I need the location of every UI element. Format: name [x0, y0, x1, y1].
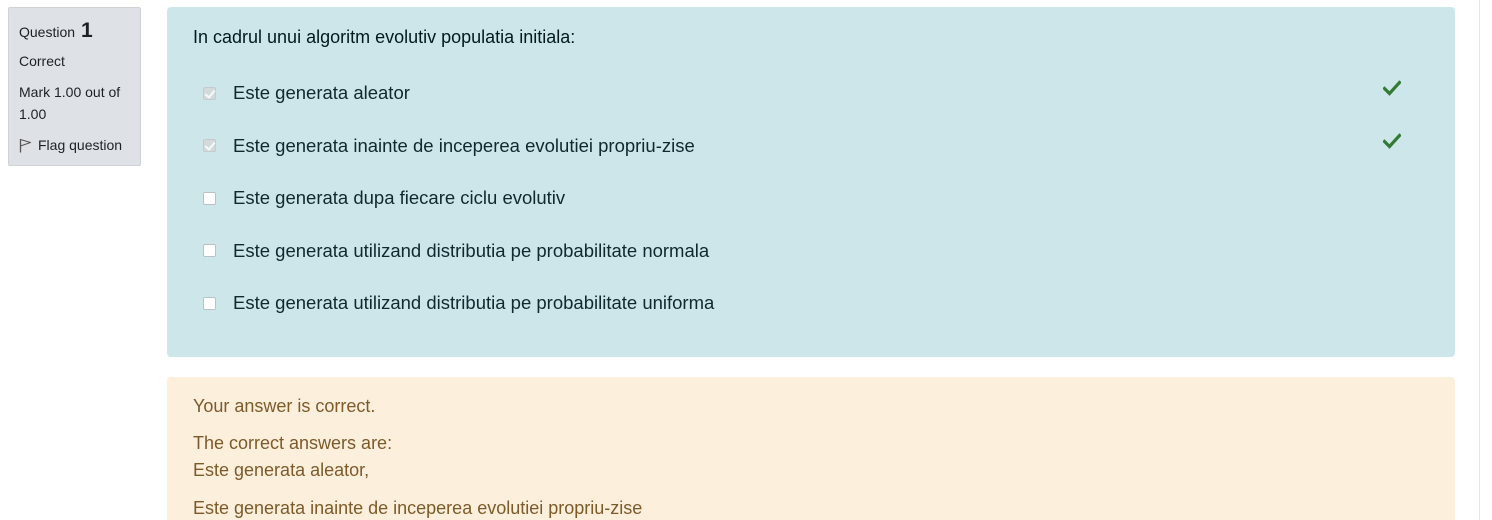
answer-checkbox[interactable]	[203, 139, 216, 153]
question-number-value: 1	[80, 19, 93, 42]
question-text: In cadrul unui algoritm evolutiv populat…	[193, 27, 576, 47]
answer-option[interactable]: Este generata dupa fiecare ciclu evoluti…	[193, 172, 1429, 225]
answer-option[interactable]: Este generata utilizand distributia pe p…	[193, 277, 1429, 330]
question-number: Question 1	[19, 20, 130, 43]
question-label: Question	[19, 24, 76, 40]
answer-label: Este generata utilizand distributia pe p…	[233, 239, 710, 261]
flag-question-link[interactable]: Flag question	[19, 135, 130, 155]
answer-option[interactable]: Este generata inainte de inceperea evolu…	[193, 120, 1429, 173]
answer-label: Este generata inainte de inceperea evolu…	[233, 134, 695, 156]
question-formulation: In cadrul unui algoritm evolutiv populat…	[167, 7, 1455, 357]
check-icon	[1382, 79, 1402, 101]
answer-checkbox[interactable]	[203, 86, 216, 100]
quiz-review-page: Question 1 Correct Mark 1.00 out of 1.00…	[0, 0, 1492, 520]
right-answer-item: Este generata inainte de inceperea evolu…	[193, 498, 643, 518]
question-grade: Mark 1.00 out of 1.00	[19, 84, 121, 122]
question-state: Correct	[19, 53, 65, 69]
answer-label: Este generata utilizand distributia pe p…	[233, 292, 715, 314]
answer-option[interactable]: Este generata aleator	[193, 67, 1429, 120]
answer-label: Este generata dupa fiecare ciclu evoluti…	[233, 187, 566, 209]
answer-checkbox[interactable]	[203, 296, 216, 310]
flag-question-label: Flag question	[38, 137, 123, 153]
right-answer-heading: The correct answers are:	[193, 433, 393, 453]
answer-checkbox[interactable]	[203, 244, 216, 258]
answer-list: Este generata aleator Este generata inai…	[193, 67, 1429, 330]
flag-icon	[19, 138, 32, 153]
check-icon	[1382, 132, 1402, 154]
answer-option[interactable]: Este generata utilizand distributia pe p…	[193, 225, 1429, 278]
scroll-divider	[1479, 0, 1480, 520]
right-answer-block: The correct answers are: Este generata a…	[193, 430, 1429, 520]
right-answer-item: Este generata aleator,	[193, 460, 370, 480]
question-info-panel: Question 1 Correct Mark 1.00 out of 1.00…	[8, 7, 141, 166]
answer-label: Este generata aleator	[233, 82, 410, 104]
question-feedback: Your answer is correct. The correct answ…	[167, 377, 1455, 520]
general-feedback: Your answer is correct.	[193, 396, 376, 416]
answer-checkbox[interactable]	[203, 191, 216, 205]
